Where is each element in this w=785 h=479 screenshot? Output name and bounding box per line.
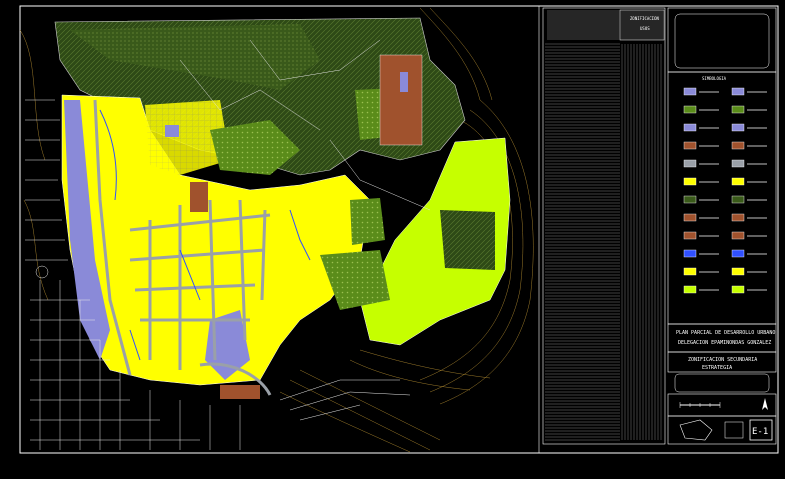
legend-swatch	[731, 105, 745, 114]
legend-swatch	[731, 213, 745, 222]
sheet-id: E-1	[752, 427, 768, 437]
legend-swatch	[683, 105, 697, 114]
legend-swatch	[731, 87, 745, 96]
legend-swatch	[683, 177, 697, 186]
plan-subtitle-1: ZONIFICACION SECUNDARIA	[688, 357, 757, 363]
table-header-1: ZONIFICACION	[630, 16, 659, 21]
legend-swatch	[731, 177, 745, 186]
legend-swatch	[683, 213, 697, 222]
zone-industria[interactable]	[379, 54, 423, 146]
project-title-2: DELEGACION EPAMINONDAS GONZALEZ	[678, 340, 771, 346]
table-header-2: USOS	[640, 26, 650, 31]
legend-swatch	[731, 141, 745, 150]
legend-swatch	[731, 123, 745, 132]
legend-swatch	[683, 159, 697, 168]
zone-industria-2[interactable]	[190, 182, 208, 212]
cad-drawing-canvas[interactable]: ZONIFICACION USOS SIMBOLOGIA PLAN PARCIA…	[0, 0, 785, 479]
zone-equipamiento-3[interactable]	[400, 72, 408, 92]
project-title-1: PLAN PARCIAL DE DESARROLLO URBANO	[676, 330, 775, 336]
patch-vegetacion-4[interactable]	[350, 198, 385, 245]
tabla-usos[interactable]: ZONIFICACION USOS	[542, 7, 666, 445]
legend-swatch	[683, 231, 697, 240]
zone-equipamiento-2[interactable]	[165, 125, 179, 137]
legend-swatch	[683, 249, 697, 258]
legend-swatch	[683, 87, 697, 96]
legend-swatch	[683, 141, 697, 150]
legend-swatch	[731, 231, 745, 240]
legend-swatch	[731, 267, 745, 276]
location-map-icon	[679, 419, 713, 441]
zone-vegetacion-este[interactable]	[440, 210, 495, 270]
legend-swatch	[683, 267, 697, 276]
legend-swatch	[683, 123, 697, 132]
legend-panel[interactable]: SIMBOLOGIA	[667, 7, 777, 325]
north-arrow-icon	[762, 398, 768, 410]
legend-swatch	[683, 195, 697, 204]
legend-header: SIMBOLOGIA	[702, 76, 727, 81]
legend-swatch	[731, 159, 745, 168]
patch-vegetacion-3[interactable]	[320, 250, 390, 310]
zone-industria-3[interactable]	[220, 385, 260, 399]
legend-swatch	[731, 195, 745, 204]
legend-swatch	[731, 285, 745, 294]
legend-swatch	[731, 249, 745, 258]
plan-subtitle-2: ESTRATEGIA	[702, 365, 732, 371]
title-block: PLAN PARCIAL DE DESARROLLO URBANO DELEGA…	[667, 323, 777, 445]
legend-swatch	[683, 285, 697, 294]
